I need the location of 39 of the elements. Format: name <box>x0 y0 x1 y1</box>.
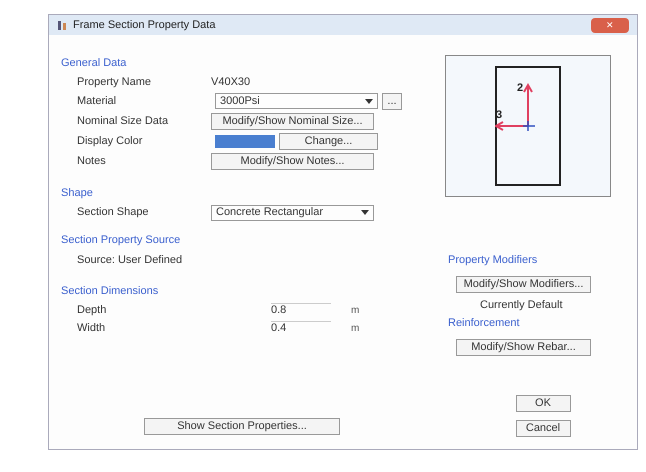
close-button[interactable]: ✕ <box>591 18 629 32</box>
dimension-label: Width <box>76 320 106 336</box>
property-name-value: V40X30 <box>211 74 250 90</box>
push-button[interactable]: Modify/Show Modifiers... <box>456 276 591 292</box>
field-label: Notes <box>76 154 107 169</box>
group-heading: Property Modifiers <box>448 253 538 268</box>
app-icon <box>57 19 69 31</box>
dimension-field[interactable]: 0.4 <box>271 321 331 335</box>
cross-section-drawing: 2 3 <box>495 66 561 186</box>
push-button[interactable]: Modify/Show Rebar... <box>456 338 591 356</box>
push-button[interactable]: Modify/Show Nominal Size... <box>211 112 374 130</box>
field-label: Display Color <box>76 134 144 149</box>
material-dropdown[interactable]: 3000Psi <box>215 93 378 109</box>
dimension-field[interactable]: 0.8 <box>271 303 331 317</box>
field-label: Material <box>76 94 118 109</box>
push-button[interactable]: ... <box>382 92 402 110</box>
color-swatch[interactable] <box>215 134 275 148</box>
push-button[interactable]: Cancel <box>516 420 570 437</box>
push-button[interactable]: Show Section Properties... <box>144 418 340 435</box>
unit-label: m <box>351 304 360 318</box>
window-title: Frame Section Property Data <box>73 18 216 33</box>
section-shape-dropdown[interactable]: Concrete Rectangular <box>211 204 374 220</box>
field-label: Nominal Size Data <box>76 114 170 129</box>
group-heading: General Data <box>61 56 126 71</box>
group-heading: Section Dimensions <box>61 284 158 299</box>
unit-label: m <box>351 322 360 336</box>
field-label: Section Shape <box>76 205 150 220</box>
push-button[interactable]: OK <box>516 395 570 412</box>
group-heading: Reinforcement <box>448 316 520 331</box>
group-heading: Section Property Source <box>61 233 180 248</box>
field-label: Property Name <box>76 74 152 90</box>
dropdown-arrow-icon <box>361 210 369 215</box>
push-button[interactable]: Change... <box>279 132 378 150</box>
dropdown-arrow-icon <box>365 98 373 104</box>
dimension-label: Depth <box>76 302 108 318</box>
modifiers-status: Currently Default <box>479 298 564 312</box>
source-text: Source: User Defined <box>76 252 184 268</box>
push-button[interactable]: Modify/Show Notes... <box>211 152 374 170</box>
group-heading: Shape <box>61 186 93 200</box>
